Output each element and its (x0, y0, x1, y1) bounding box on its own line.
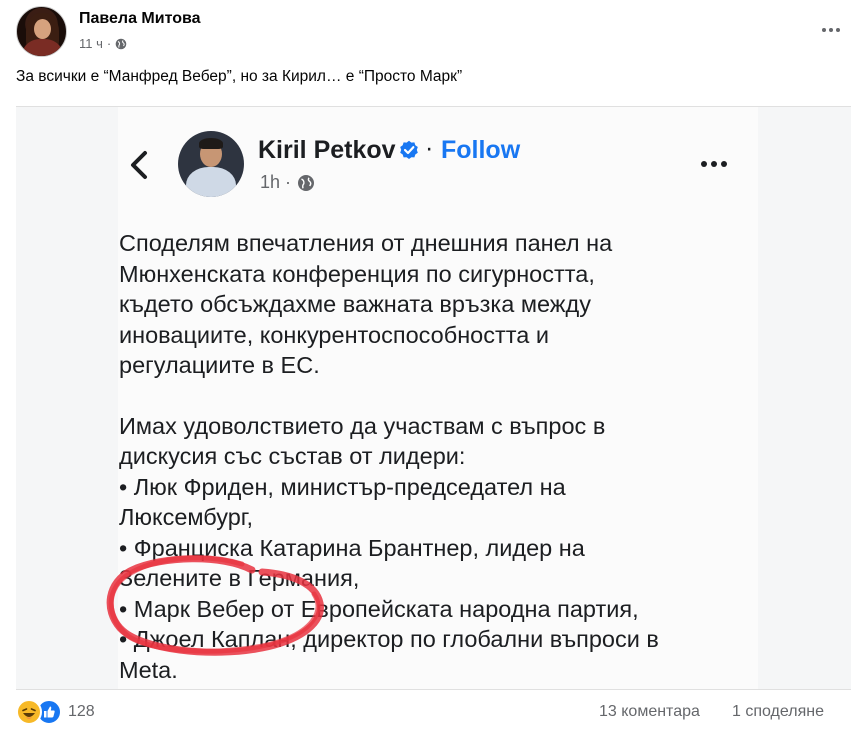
embedded-line: Споделям впечатления от днешния панел на (119, 230, 613, 256)
embedded-line: Люксембург, (119, 504, 254, 530)
embedded-time: 1h · (260, 172, 292, 192)
embedded-more-icon (696, 154, 732, 174)
verified-badge-icon (400, 140, 418, 159)
embedded-line: дискусия със състав от лидери: (119, 443, 466, 469)
embedded-avatar (178, 131, 244, 197)
embedded-line: • Франциска Катарина Брантнер, лидер на (119, 534, 585, 561)
reactions-summary[interactable]: 128 (16, 699, 95, 725)
haha-reaction-icon (16, 699, 42, 725)
embedded-separator: · (425, 134, 434, 162)
embedded-line: • Джоел Каплан, директор по глобални въп… (119, 626, 659, 652)
embedded-follow-link: Follow (441, 136, 521, 164)
embedded-line: Meta. (119, 656, 178, 683)
post-meta: 11 ч · (79, 36, 127, 51)
embedded-post-body: Споделям впечатления от днешния панел на… (119, 228, 719, 685)
embedded-globe-icon (298, 174, 315, 191)
post-footer: 128 13 коментара 1 споделяне (16, 697, 851, 729)
embedded-line: иновациите, конкурентоспособността и (119, 321, 549, 348)
comments-link[interactable]: 13 коментара (599, 703, 700, 721)
back-chevron-icon (131, 151, 147, 179)
embedded-line: Мюнхенската конференция по сигурността, (119, 260, 595, 287)
globe-icon[interactable] (115, 38, 127, 50)
post-header: Павела Митова 11 ч · (16, 6, 851, 57)
author-avatar[interactable] (16, 6, 67, 57)
post-time[interactable]: 11 ч (79, 36, 103, 51)
post-text: За всички е “Манфред Вебер”, но за Кирил… (16, 68, 463, 85)
embedded-author-name: Kiril Petkov (258, 136, 396, 164)
embedded-meta: 1h · (260, 172, 315, 193)
embedded-line: където обсъждахме важната връзка между (119, 291, 591, 317)
shares-link[interactable]: 1 споделяне (732, 703, 824, 721)
embedded-line: Имах удоволствието да участвам с въпрос … (119, 412, 606, 439)
embedded-line: регулациите в ЕС. (119, 352, 320, 378)
post-options-button[interactable] (813, 16, 849, 44)
embedded-line: Зелените в Германия, (119, 565, 360, 591)
embedded-line: • Люк Фриден, министър-председател на (119, 473, 566, 500)
author-name[interactable]: Павела Митова (79, 10, 201, 28)
reaction-count: 128 (68, 703, 95, 720)
embedded-line-highlighted: • Марк Вебер от Европейската народна пар… (119, 595, 639, 622)
